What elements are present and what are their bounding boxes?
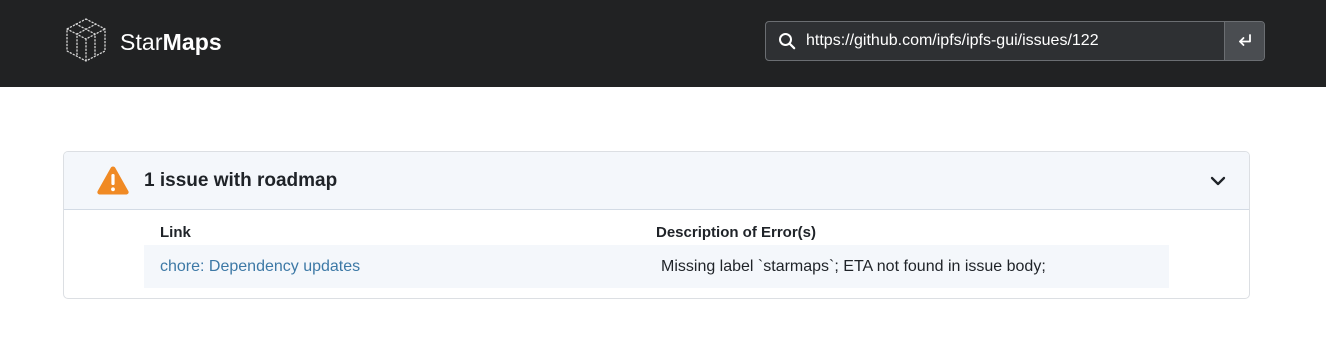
column-header-description: Description of Error(s): [656, 224, 817, 241]
enter-return-icon: [1238, 34, 1251, 46]
chevron-down-icon[interactable]: [1209, 172, 1227, 190]
search-icon: [779, 33, 796, 50]
table-row: chore: Dependency updates Missing label …: [144, 245, 1169, 288]
url-input[interactable]: [806, 22, 1224, 60]
issue-link[interactable]: chore: Dependency updates: [160, 258, 360, 276]
roadmap-issues-panel: 1 issue with roadmap Link Description of…: [63, 151, 1250, 299]
issues-count-title: 1 issue with roadmap: [144, 170, 338, 191]
column-header-link: Link: [160, 224, 191, 241]
error-description: Missing label `starmaps`; ETA not found …: [661, 258, 1046, 275]
cube-logo-icon[interactable]: [64, 17, 108, 63]
issues-panel-header[interactable]: 1 issue with roadmap: [64, 152, 1249, 210]
brand-name-bold: Maps: [162, 29, 222, 55]
url-search-bar: [765, 21, 1265, 61]
top-navigation-bar: StarMaps: [0, 0, 1326, 87]
brand-name[interactable]: StarMaps: [120, 29, 222, 55]
warning-triangle-icon: [97, 166, 129, 195]
brand-name-light: Star: [120, 29, 163, 55]
submit-button[interactable]: [1224, 22, 1264, 60]
